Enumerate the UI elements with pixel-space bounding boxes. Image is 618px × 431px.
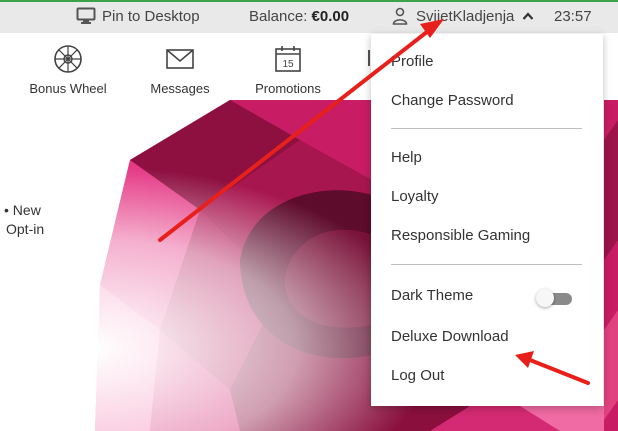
user-icon [392, 7, 408, 25]
menu-item-log-out[interactable]: Log Out [391, 367, 444, 384]
balance-label: Balance: [249, 8, 308, 25]
new-opt-in-note[interactable]: • New Opt-in [4, 201, 44, 239]
balance-value: €0.00 [311, 8, 350, 25]
wheel-icon [54, 45, 82, 73]
menu-item-dark-theme[interactable]: Dark Theme [391, 287, 473, 304]
pin-label: Pin to Desktop [102, 7, 200, 25]
envelope-icon [166, 49, 194, 69]
menu-item-deluxe-download[interactable]: Deluxe Download [391, 328, 509, 345]
bullet: • [4, 202, 13, 218]
nav-label: Promotions [255, 81, 321, 96]
nav-messages[interactable]: Messages [146, 44, 214, 96]
user-menu-toggle[interactable]: SvijetKladjenja [392, 7, 534, 25]
calendar-icon: 15 [275, 46, 301, 72]
balance: Balance: €0.00 [249, 8, 349, 25]
clock: 23:57 [554, 8, 592, 25]
menu-item-help[interactable]: Help [391, 149, 422, 166]
note-line-2: Opt-in [6, 221, 45, 237]
menu-item-profile[interactable]: Profile [391, 53, 434, 70]
pin-to-desktop-button[interactable]: Pin to Desktop [76, 7, 200, 25]
menu-item-loyalty[interactable]: Loyalty [391, 188, 439, 205]
menu-divider [391, 264, 582, 265]
chevron-up-icon [523, 12, 534, 20]
calendar-day: 15 [282, 59, 294, 70]
nav-label: Bonus Wheel [29, 81, 107, 96]
user-dropdown-menu: Profile Change Password Help Loyalty Res… [371, 34, 603, 406]
nav-bonus-wheel[interactable]: Bonus Wheel [27, 44, 109, 96]
monitor-icon [76, 7, 96, 24]
menu-divider [391, 128, 582, 129]
menu-item-change-password[interactable]: Change Password [391, 92, 514, 109]
note-line-1: New [12, 202, 41, 218]
nav-label: Messages [150, 81, 210, 96]
top-bar: Pin to Desktop Balance: €0.00 SvijetKlad… [0, 0, 618, 33]
nav-promotions[interactable]: 15 Promotions [250, 44, 326, 96]
toggle-knob [536, 289, 554, 307]
dark-theme-toggle[interactable] [536, 289, 574, 307]
username: SvijetKladjenja [416, 7, 515, 25]
menu-item-responsible-gaming[interactable]: Responsible Gaming [391, 227, 530, 244]
